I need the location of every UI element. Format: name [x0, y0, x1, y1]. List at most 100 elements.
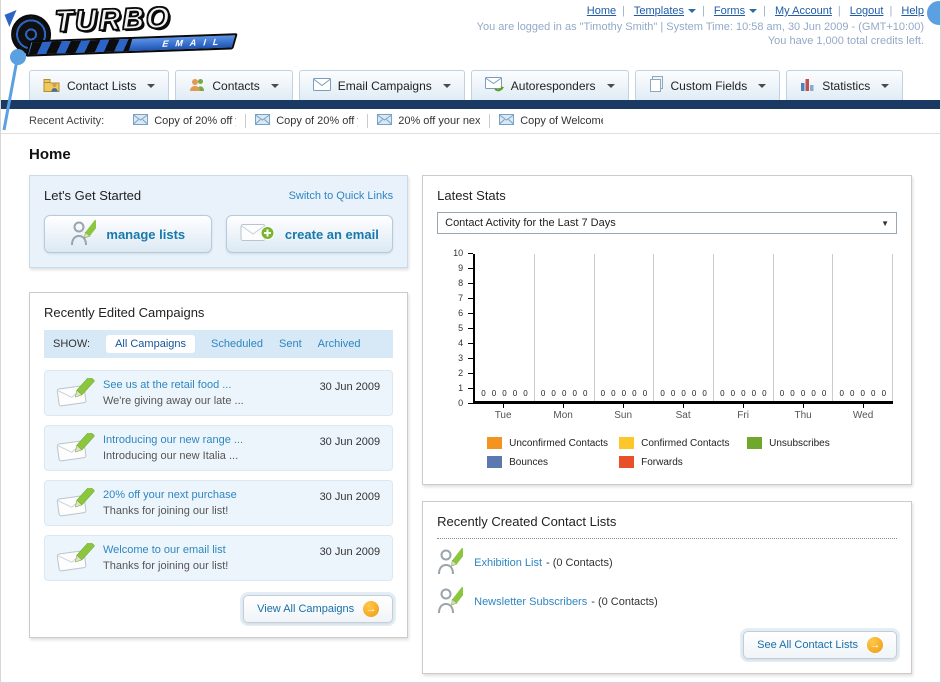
chart-x-labels: Tue Mon Sun Sat Fri Thu Wed	[473, 404, 893, 421]
create-email-button[interactable]: create an email	[225, 215, 394, 253]
tab-custom-fields[interactable]: Custom Fields	[634, 70, 781, 100]
chart-legend: Unconfirmed Contacts Confirmed Contacts Un…	[487, 437, 897, 468]
x-axis-label: Sat	[653, 404, 713, 421]
legend-item: Unsubscribes	[747, 437, 897, 449]
view-all-campaigns-button[interactable]: View All Campaigns →	[243, 595, 394, 623]
recent-activity-item[interactable]: Copy of 20% off yc	[246, 114, 369, 128]
campaign-row[interactable]: 20% off your next purchase Thanks for jo…	[44, 480, 394, 526]
chart-day-group: 00000	[654, 254, 714, 401]
data-value-label: 0	[741, 389, 746, 398]
y-tick-label: 7	[458, 293, 464, 303]
campaign-date: 30 Jun 2009	[319, 546, 381, 558]
recent-activity-item[interactable]: 20% off your next p	[368, 114, 491, 128]
legend-color-swatch	[747, 437, 763, 449]
data-value-label: 0	[762, 389, 767, 398]
filter-sent[interactable]: Sent	[279, 338, 302, 350]
campaign-title-link[interactable]: See us at the retail food ...	[103, 379, 302, 391]
filter-archived[interactable]: Archived	[318, 338, 361, 350]
tab-contact-lists[interactable]: Contact Lists	[29, 70, 170, 100]
data-value-label: 0	[502, 389, 507, 398]
y-tick-label: 1	[458, 383, 464, 393]
nav-link-templates[interactable]: Templates	[634, 5, 684, 17]
legend-color-swatch	[487, 437, 503, 449]
campaign-title-link[interactable]: Introducing our new range ...	[103, 434, 302, 446]
tab-autoresponders[interactable]: Autoresponders	[470, 70, 629, 100]
data-value-label: 0	[523, 389, 528, 398]
recent-activity-item[interactable]: Copy of Welcome tc	[490, 114, 612, 128]
manage-lists-button[interactable]: manage lists	[44, 215, 212, 253]
arrow-right-icon: →	[363, 601, 380, 617]
chevron-down-icon	[147, 83, 156, 88]
contact-activity-chart: 0 1 2 3 4 5 6 7 8 9 10 000000000000000000000000000…	[437, 248, 897, 421]
legend-label: Unconfirmed Contacts	[509, 437, 609, 449]
campaign-date: 30 Jun 2009	[319, 491, 381, 503]
data-value-label: 0	[681, 389, 686, 398]
right-column: Latest Stats Contact Activity for the La…	[422, 175, 912, 674]
data-value-label: 0	[691, 389, 697, 398]
y-tick-label: 2	[458, 368, 464, 378]
y-tick-label: 4	[458, 338, 464, 348]
campaign-row[interactable]: Introducing our new range ... Introducin…	[44, 425, 394, 471]
filter-scheduled[interactable]: Scheduled	[211, 338, 263, 350]
chevron-down-icon	[442, 83, 451, 88]
main-content: Home Let's Get Started Switch to Quick L…	[1, 134, 940, 674]
x-axis-label: Fri	[713, 404, 773, 421]
data-value-label: 0	[860, 389, 865, 398]
nav-link-my-account[interactable]: My Account	[775, 5, 832, 17]
envelope-icon	[499, 114, 515, 128]
filter-all-campaigns[interactable]: All Campaigns	[106, 335, 195, 353]
chart-day-group: 00000	[833, 254, 894, 401]
pin-decoration	[2, 49, 26, 131]
chevron-down-icon	[881, 83, 890, 88]
nav-link-logout[interactable]: Logout	[850, 5, 884, 17]
legend-label: Unsubscribes	[769, 437, 830, 449]
see-all-contact-lists-button[interactable]: See All Contact Lists →	[743, 631, 897, 659]
nav-link-forms[interactable]: Forms	[714, 5, 745, 17]
tab-label: Custom Fields	[670, 78, 748, 93]
person-pencil-icon	[437, 586, 467, 617]
contact-list-link[interactable]: Newsletter Subscribers	[474, 596, 587, 608]
data-value-label: 0	[642, 389, 648, 398]
legend-item: Unconfirmed Contacts	[487, 437, 619, 449]
contact-list-link[interactable]: Exhibition List	[474, 557, 542, 569]
tab-statistics[interactable]: Statistics	[786, 70, 904, 100]
y-tick-label: 9	[458, 263, 464, 273]
recent-activity-item[interactable]: Copy of 20% off yc	[124, 114, 247, 128]
y-tick-mark	[468, 388, 474, 389]
envelope-reply-icon	[484, 76, 504, 95]
data-value-label: 0	[871, 389, 876, 398]
campaign-filter-bar: SHOW: All Campaigns Scheduled Sent Archi…	[44, 330, 394, 358]
x-axis-label: Thu	[773, 404, 833, 421]
y-tick-mark	[468, 358, 474, 359]
latest-stats-title: Latest Stats	[437, 188, 506, 203]
data-value-label: 0	[491, 389, 497, 398]
envelope-icon	[377, 114, 393, 128]
tab-label: Contacts	[212, 78, 260, 93]
legend-color-swatch	[619, 437, 635, 449]
data-value-label: 0	[582, 389, 588, 398]
person-pencil-icon	[70, 219, 101, 249]
y-tick-mark	[468, 328, 474, 329]
y-tick-mark	[468, 253, 474, 254]
contact-list-item[interactable]: Newsletter Subscribers - (0 Contacts)	[437, 586, 897, 617]
campaign-title-link[interactable]: Welcome to our email list	[103, 544, 302, 556]
tab-email-campaigns[interactable]: Email Campaigns	[298, 70, 465, 100]
recently-edited-campaigns-panel: Recently Edited Campaigns SHOW: All Camp…	[29, 292, 409, 638]
activity-link: Copy of 20% off yc	[154, 115, 236, 127]
y-tick-mark	[468, 313, 474, 314]
switch-quick-links-link[interactable]: Switch to Quick Links	[289, 190, 394, 202]
chart-day-group: 00000	[535, 254, 595, 401]
nav-link-home[interactable]: Home	[587, 5, 616, 17]
legend-color-swatch	[619, 456, 635, 468]
recent-activity-bar: Recent Activity: Copy of 20% off yc Copy…	[1, 109, 940, 134]
envelope-icon	[255, 114, 271, 128]
campaign-title-link[interactable]: 20% off your next purchase	[103, 489, 302, 501]
activity-link: Copy of 20% off yc	[276, 115, 358, 127]
tab-contacts[interactable]: Contacts	[175, 70, 293, 100]
stats-dropdown[interactable]: Contact Activity for the Last 7 Days ▼	[437, 212, 897, 234]
campaign-row[interactable]: Welcome to our email list Thanks for joi…	[44, 535, 394, 581]
y-tick-label: 3	[458, 353, 464, 363]
campaign-row[interactable]: See us at the retail food ... We're givi…	[44, 370, 394, 416]
contact-list-item[interactable]: Exhibition List - (0 Contacts)	[437, 547, 897, 578]
nav-link-help[interactable]: Help	[901, 5, 924, 17]
